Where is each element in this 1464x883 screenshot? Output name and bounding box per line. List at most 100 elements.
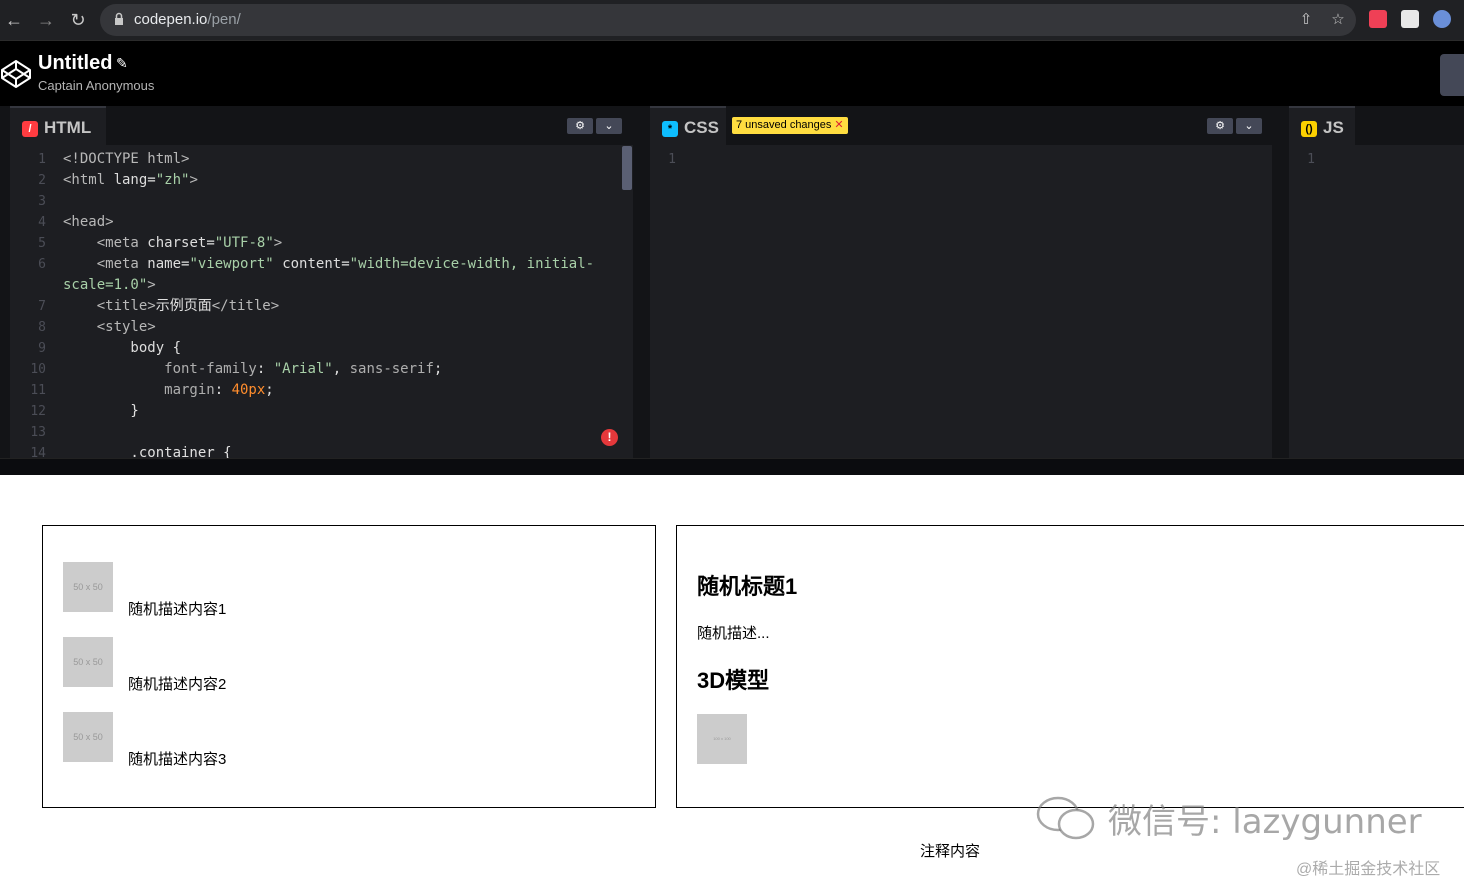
save-cloud-button[interactable] [1440,54,1464,96]
code-token: <!DOCTYPE html> [63,151,190,167]
js-braces-icon: () [1301,121,1317,137]
line-number: 12 [30,404,46,419]
list-item-text: 随机描述内容1 [128,601,227,618]
code-text: } [63,401,139,422]
url-path: /pen/ [207,11,241,28]
pencil-edit-icon[interactable]: ✎ [116,55,128,72]
unsaved-changes-text: 7 unsaved changes [736,119,832,131]
code-text: <html lang="zh"> [63,170,198,191]
code-line: 1 <!DOCTYPE html> [10,149,633,170]
code-token: "width=device-width, initial- [349,256,595,272]
code-token: : [214,382,232,398]
line-number: 8 [38,320,46,335]
code-token: margin [63,382,215,398]
code-token: .container { [63,445,232,458]
detail-card: 随机标题1 随机描述... 3D模型 100 x 100 [676,525,1464,808]
code-token: 示例页面 [155,298,212,314]
code-token: = [147,172,156,188]
js-code-editor[interactable]: 1 [1289,146,1464,458]
code-token: 40px [231,382,266,398]
placeholder-image: 50 x 50 [63,712,113,762]
code-text: margin: 40px; [63,380,274,401]
css-tab-bar: * CSS 7 unsaved changes ✕ ⚙ ⌄ [650,106,1272,145]
placeholder-image: 50 x 50 [63,637,113,687]
source-watermark: @稀土掘金技术社区 [1296,861,1441,878]
pen-title[interactable]: Untitled [38,52,112,75]
code-token: <title> [63,298,156,314]
code-token: sans-serif [349,361,434,377]
wechat-watermark: 微信号: lazygunner [1034,790,1434,846]
code-line: 14 .container { [10,443,633,458]
code-token: scale=1.0" [63,277,148,293]
codepen-logo-icon[interactable] [0,58,32,90]
list-card: 50 x 50 随机描述内容1 50 x 50 随机描述内容2 50 x 50 … [42,525,656,808]
bookmark-star-icon[interactable]: ☆ [1328,10,1348,30]
reload-icon[interactable]: ↻ [66,8,90,32]
code-token: } [63,403,139,419]
code-token: <style> [63,319,156,335]
footer-note: 注释内容 [920,843,981,860]
code-text: font-family: "Arial", sans-serif; [63,359,442,380]
placeholder-image: 50 x 50 [63,562,113,612]
line-number: 5 [38,236,46,251]
pocket-extension-icon[interactable] [1369,10,1387,28]
line-number: 13 [30,425,46,440]
code-text: <head> [63,212,114,233]
tab-css[interactable]: * CSS [650,106,726,145]
list-item-text: 随机描述内容3 [128,751,227,768]
profile-extension-icon[interactable] [1433,10,1451,28]
code-line: 2 <html lang="zh"> [10,170,633,191]
code-line: 9 body { [10,338,633,359]
js-tab-bar: () JS [1289,106,1464,145]
error-indicator-icon[interactable]: ! [601,429,618,446]
address-bar[interactable]: codepen.io/pen/ ⇧ ☆ [100,4,1356,36]
forward-icon[interactable]: → [34,8,58,32]
code-token: , [332,361,350,377]
css-editor-panel: * CSS 7 unsaved changes ✕ ⚙ ⌄ 1 [650,106,1272,458]
tab-html[interactable]: / HTML [10,106,106,145]
code-token: "zh" [155,172,190,188]
close-icon[interactable]: ✕ [834,119,843,131]
model-heading: 3D模型 [697,668,770,693]
html-settings-gear-icon[interactable]: ⚙ [567,118,593,134]
code-line: 6 <meta name="viewport" content="width=d… [10,254,633,275]
css-collapse-chevron-down-icon[interactable]: ⌄ [1236,118,1262,134]
code-line: 11 margin: 40px; [10,380,633,401]
tab-js[interactable]: () JS [1289,106,1355,145]
unsaved-changes-badge[interactable]: 7 unsaved changes ✕ [732,117,848,134]
line-number: 1 [1307,152,1315,167]
code-line: 5 <meta charset="UTF-8"> [10,233,633,254]
watermark-text: 微信号: lazygunner [1108,802,1422,842]
code-token: { [172,340,182,356]
html-editor-scrollbar[interactable] [622,146,632,190]
code-token: = [206,235,215,251]
css-settings-gear-icon[interactable]: ⚙ [1207,118,1233,134]
css-code-editor[interactable]: 1 [650,146,1272,458]
code-token: lang [113,172,148,188]
url-host: codepen.io [134,11,208,28]
codepen-header: Untitled ✎ Captain Anonymous [0,40,1464,106]
share-icon[interactable]: ⇧ [1296,10,1316,30]
code-line: 4 <head> [10,212,633,233]
line-number: 11 [30,383,46,398]
code-text: <meta name="viewport" content="width=dev… [63,254,594,275]
html-code-editor[interactable]: 1 <!DOCTYPE html> 2 <html lang="zh"> 3 4 <head… [10,146,633,458]
detail-description: 随机描述... [697,625,770,642]
x-extension-icon[interactable] [1401,10,1419,28]
code-line: 10 font-family: "Arial", sans-serif; [10,359,633,380]
code-line: 8 <style> [10,317,633,338]
code-text: <!DOCTYPE html> [63,149,189,170]
code-token: </title> [211,298,280,314]
code-token: <meta [63,235,148,251]
line-number: 7 [38,299,46,314]
code-token: "Arial" [273,361,333,377]
code-token: "viewport" [189,256,274,272]
code-token: > [189,172,198,188]
js-tab-label: JS [1323,118,1344,137]
line-number: 1 [668,152,676,167]
pen-author: Captain Anonymous [38,78,155,93]
code-text: body { [63,338,181,359]
editor-preview-resizer[interactable] [0,458,1464,475]
html-collapse-chevron-down-icon[interactable]: ⌄ [596,118,622,134]
back-icon[interactable]: ← [2,8,26,32]
